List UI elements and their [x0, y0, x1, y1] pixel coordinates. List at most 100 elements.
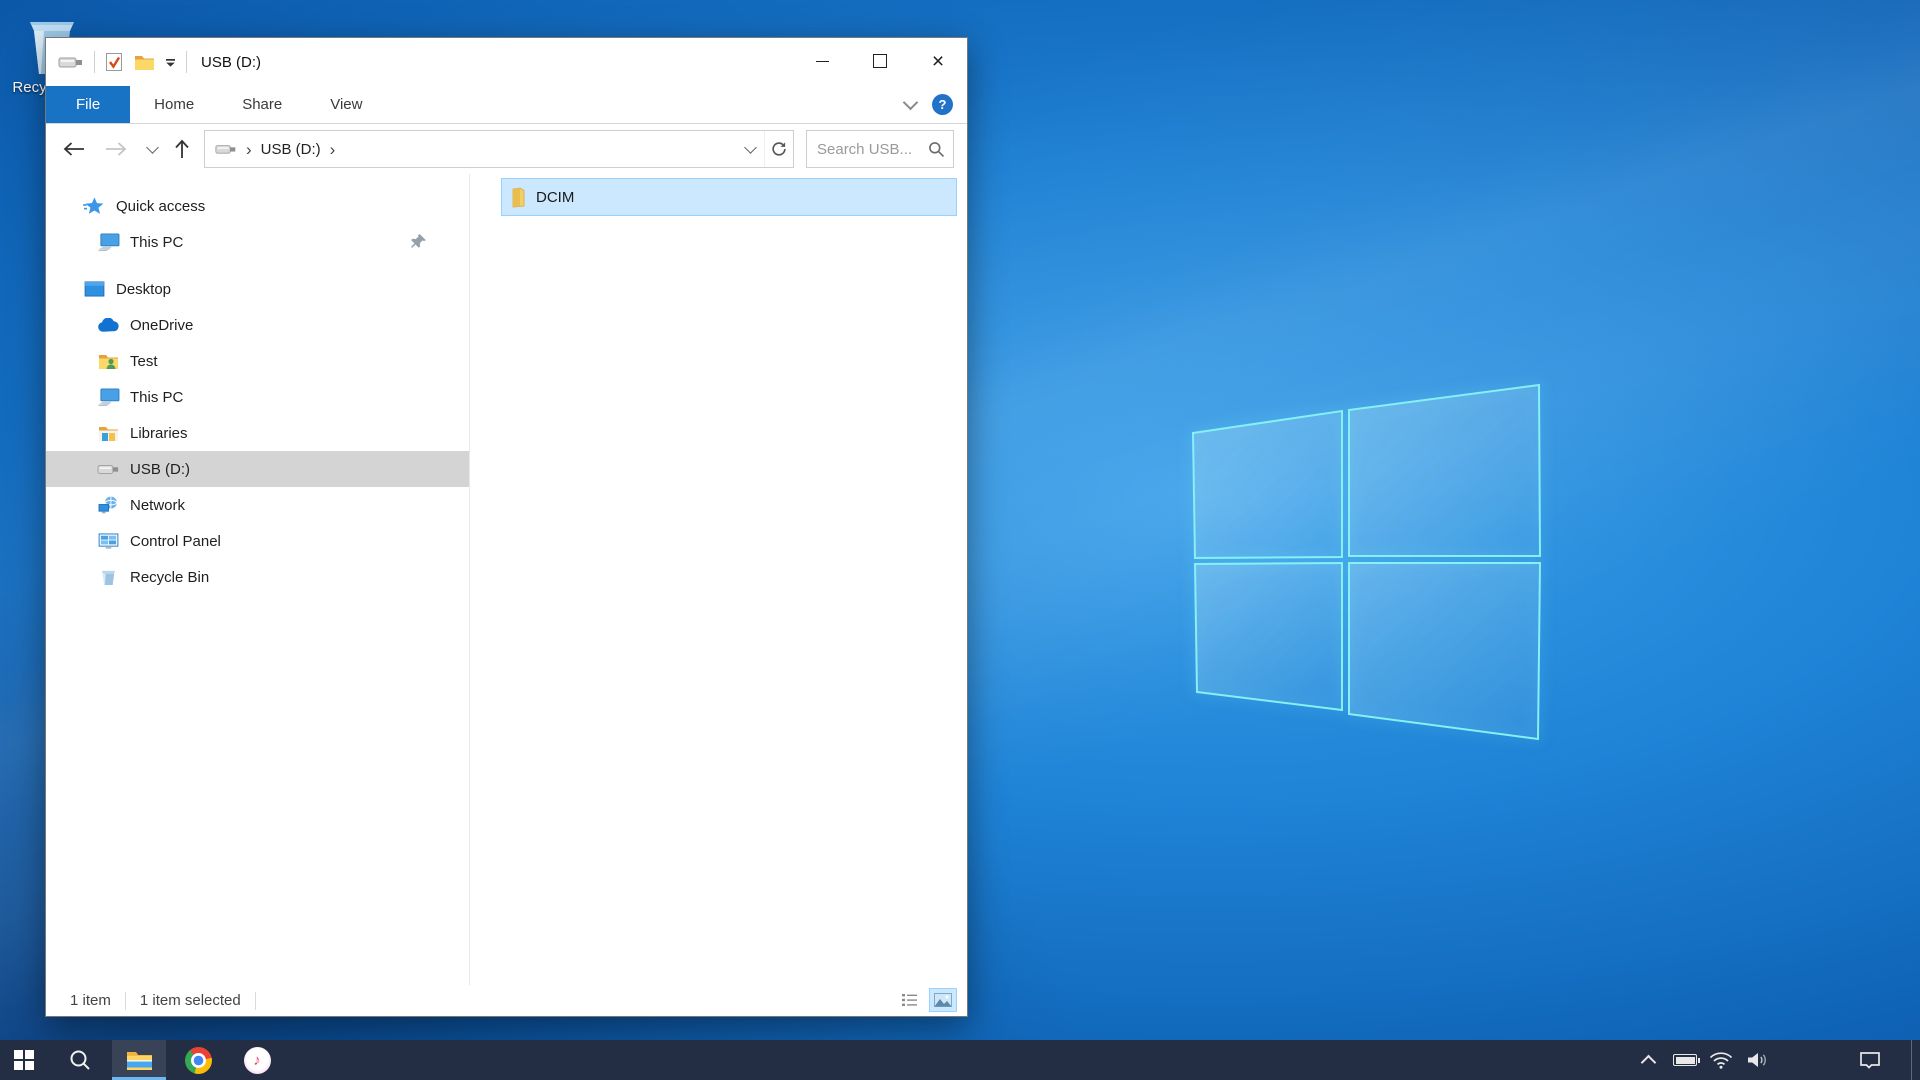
start-button[interactable] [0, 1040, 48, 1080]
tray-show-hidden-icons-button[interactable] [1634, 1040, 1662, 1080]
breadcrumb-chevron-icon: › [321, 141, 345, 158]
properties-button-icon[interactable] [105, 52, 124, 72]
desktop: ♻ Recycle Bin [0, 0, 1920, 1080]
volume-icon [1747, 1051, 1769, 1069]
quick-access-toolbar [58, 51, 187, 73]
sidebar-item-label: USB (D:) [130, 461, 190, 478]
refresh-button[interactable] [764, 131, 793, 167]
windows-logo-wallpaper [1190, 383, 1546, 741]
network-icon [96, 496, 120, 514]
customize-toolbar-dropdown-icon[interactable] [165, 58, 176, 67]
search-input[interactable] [807, 141, 920, 158]
selection-count: 1 item selected [140, 992, 241, 1009]
tray-battery-button[interactable] [1668, 1040, 1702, 1080]
tab-view[interactable]: View [306, 86, 386, 123]
libraries-icon [96, 425, 120, 442]
help-icon[interactable]: ? [932, 94, 953, 115]
windows-logo-icon [14, 1050, 34, 1070]
quick-access-star-icon [82, 196, 106, 216]
file-explorer-icon [126, 1050, 153, 1071]
tab-home[interactable]: Home [130, 86, 218, 123]
file-item-dcim[interactable]: DCIM [501, 178, 957, 216]
tray-network-button[interactable] [1706, 1040, 1736, 1080]
sidebar-item-usb-d[interactable]: USB (D:) [46, 451, 469, 487]
file-list: DCIM [471, 174, 967, 985]
sidebar-spacer [46, 260, 469, 271]
ribbon-right-controls: ? [905, 86, 953, 123]
sidebar-item-label: Network [130, 497, 185, 514]
search-icon[interactable] [928, 141, 945, 158]
usb-drive-icon [96, 462, 120, 476]
pin-icon [410, 233, 427, 250]
control-panel-icon [96, 533, 120, 549]
wifi-icon [1709, 1051, 1733, 1069]
up-arrow-icon [174, 138, 190, 160]
forward-arrow-icon [104, 141, 128, 157]
search-icon [68, 1048, 92, 1072]
back-arrow-icon [62, 141, 86, 157]
ribbon-tabs: File Home Share View ? [46, 86, 967, 124]
recent-locations-button[interactable] [142, 135, 162, 163]
expand-ribbon-chevron-icon[interactable] [903, 95, 919, 111]
show-desktop-button[interactable] [1911, 1040, 1920, 1080]
breadcrumb-crumb[interactable]: USB (D:) [261, 141, 321, 158]
usb-drive-icon [215, 142, 237, 156]
onedrive-cloud-icon [96, 318, 120, 333]
close-button[interactable]: × [909, 38, 967, 84]
sidebar-item-network[interactable]: Network [46, 487, 469, 523]
music-app-icon: ♪ [244, 1047, 271, 1074]
chrome-icon [185, 1047, 212, 1074]
thumbnail-view-icon [934, 993, 952, 1007]
status-bar: 1 item 1 item selected [46, 985, 967, 1016]
taskbar-itunes-button[interactable]: ♪ [231, 1040, 283, 1080]
divider [186, 51, 187, 73]
sidebar-item-label: This PC [130, 234, 183, 251]
sidebar-item-control-panel[interactable]: Control Panel [46, 523, 469, 559]
address-dropdown-button[interactable] [736, 131, 764, 167]
refresh-icon [770, 140, 788, 158]
sidebar-item-label: Quick access [116, 198, 205, 215]
window-controls: × [793, 38, 967, 84]
minimize-button[interactable] [793, 38, 851, 84]
chevron-down-icon [744, 141, 757, 154]
tab-share[interactable]: Share [218, 86, 306, 123]
tab-file[interactable]: File [46, 86, 130, 123]
forward-button[interactable] [102, 135, 130, 163]
recycle-bin-icon [96, 568, 120, 586]
sidebar-item-this-pc-pinned[interactable]: This PC [46, 224, 469, 260]
explorer-window: USB (D:) × File Home Share View ? [45, 37, 968, 1017]
minimize-icon [816, 61, 829, 62]
address-bar[interactable]: › USB (D:) › [204, 130, 794, 168]
navigation-bar: › USB (D:) › [46, 124, 967, 174]
sidebar-item-recycle-bin[interactable]: Recycle Bin [46, 559, 469, 595]
sidebar-item-label: Test [130, 353, 158, 370]
back-button[interactable] [60, 135, 88, 163]
tray-volume-button[interactable] [1742, 1040, 1774, 1080]
music-note-glyph: ♪ [253, 1053, 261, 1068]
usb-drive-icon [58, 54, 84, 70]
view-toggle-buttons [895, 988, 957, 1012]
sidebar-item-label: Libraries [130, 425, 188, 442]
details-view-button[interactable] [895, 988, 923, 1012]
sidebar-item-this-pc[interactable]: This PC [46, 379, 469, 415]
maximize-button[interactable] [851, 38, 909, 84]
folder-icon [511, 187, 526, 208]
sidebar-item-onedrive[interactable]: OneDrive [46, 307, 469, 343]
this-pc-icon [96, 233, 120, 252]
taskbar-chrome-button[interactable] [172, 1040, 224, 1080]
navigation-pane: Quick access This PC [46, 174, 470, 985]
sidebar-item-label: Recycle Bin [130, 569, 209, 586]
window-body: Quick access This PC [46, 174, 967, 985]
taskbar-file-explorer-button[interactable] [112, 1040, 166, 1080]
sidebar-item-quick-access[interactable]: Quick access [46, 188, 469, 224]
sidebar-item-desktop[interactable]: Desktop [46, 271, 469, 307]
new-folder-button-icon[interactable] [134, 54, 155, 71]
up-button[interactable] [168, 135, 196, 163]
large-icons-view-button[interactable] [929, 988, 957, 1012]
sidebar-item-libraries[interactable]: Libraries [46, 415, 469, 451]
sidebar-item-test[interactable]: Test [46, 343, 469, 379]
taskbar-search-button[interactable] [56, 1040, 104, 1080]
tray-action-center-button[interactable] [1850, 1040, 1890, 1080]
maximize-icon [873, 54, 887, 68]
divider [94, 51, 95, 73]
